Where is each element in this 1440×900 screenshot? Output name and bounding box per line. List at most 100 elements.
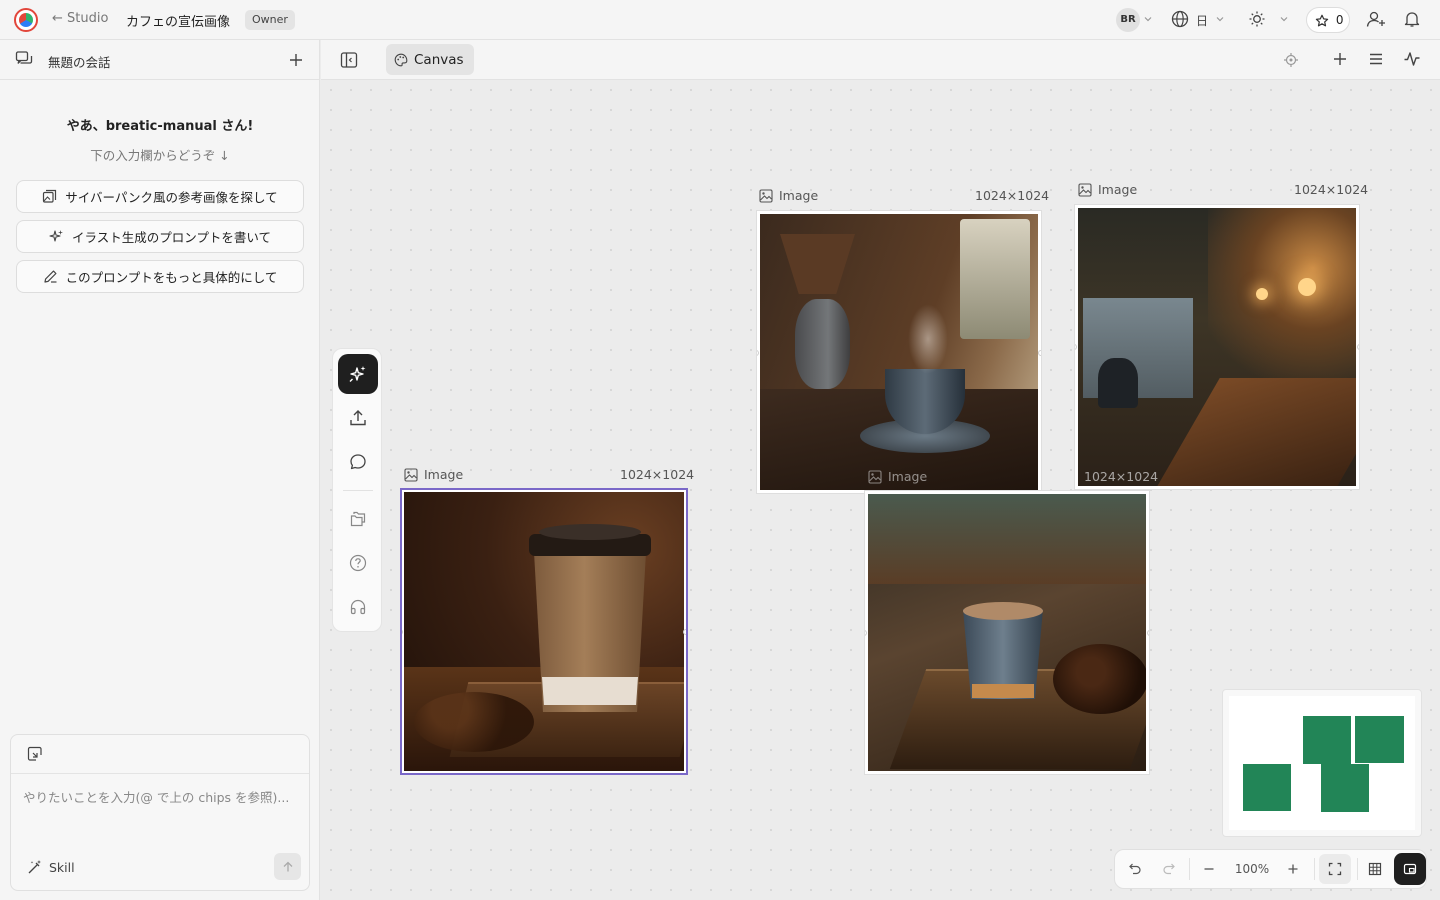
minimap-node — [1243, 764, 1291, 811]
star-button[interactable]: 0 — [1306, 7, 1350, 33]
assets-button[interactable] — [338, 499, 378, 539]
add-node-button[interactable] — [1332, 51, 1348, 67]
chat-sidebar: 無題の会話 やあ、breatic-manual さん! 下の入力欄からどうぞ ↓… — [0, 40, 320, 900]
minimap-icon — [1403, 862, 1417, 876]
image-node-label: Image — [868, 469, 927, 484]
conversations-icon[interactable] — [15, 50, 33, 68]
redo-button[interactable] — [1155, 850, 1183, 888]
support-button[interactable] — [338, 587, 378, 627]
top-bar: ← Studio カフェの宣伝画像 Owner BR 日 0 — [0, 0, 1440, 40]
star-icon — [1315, 14, 1329, 28]
chevron-down-icon[interactable] — [1215, 14, 1225, 24]
toggle-sidebar-icon[interactable] — [340, 51, 358, 69]
magic-wand-icon — [27, 859, 43, 875]
language-selector[interactable]: 日 — [1196, 12, 1208, 29]
paper-cup-photo[interactable] — [404, 492, 684, 771]
app-logo[interactable] — [14, 8, 38, 32]
globe-icon[interactable] — [1171, 10, 1189, 28]
skill-button[interactable]: Skill — [27, 859, 75, 875]
minimap[interactable] — [1222, 689, 1422, 837]
bell-icon[interactable] — [1403, 10, 1421, 28]
conversation-title[interactable]: 無題の会話 — [48, 52, 111, 71]
project-title[interactable]: カフェの宣伝画像 — [126, 11, 230, 30]
chat-bubble-icon — [349, 453, 367, 471]
sparkle-icon — [348, 364, 368, 384]
image-icon — [868, 469, 882, 484]
greeting-subtext: 下の入力欄からどうぞ ↓ — [90, 148, 230, 163]
minimap-node — [1321, 764, 1369, 812]
send-button[interactable] — [274, 853, 301, 880]
image-node[interactable] — [756, 210, 1042, 494]
image-node[interactable] — [1074, 204, 1360, 490]
chevron-down-icon[interactable] — [1279, 14, 1289, 24]
composer-attachment-bar — [11, 735, 309, 774]
grid-icon — [1368, 862, 1382, 876]
tab-canvas-label: Canvas — [414, 51, 464, 68]
star-count: 0 — [1335, 13, 1344, 27]
chevron-down-icon[interactable] — [1143, 14, 1153, 24]
menu-icon[interactable] — [1368, 51, 1384, 67]
image-size-label: 1024×1024 — [1084, 469, 1159, 484]
minimap-viewport — [1229, 696, 1415, 830]
image-type-label: Image — [888, 469, 928, 484]
undo-button[interactable] — [1121, 850, 1149, 888]
upload-icon — [349, 409, 367, 427]
sun-icon[interactable] — [1248, 10, 1266, 28]
canvas-toolbar: Canvas — [321, 40, 1440, 80]
suggestion-chip[interactable]: サイバーパンク風の参考画像を探して — [16, 180, 304, 213]
help-icon — [349, 554, 367, 572]
user-avatar[interactable]: BR — [1116, 8, 1140, 32]
activity-icon[interactable] — [1403, 50, 1421, 68]
ai-generate-button[interactable] — [338, 354, 378, 394]
image-icon — [1078, 182, 1092, 197]
suggestion-chip-label: サイバーパンク風の参考画像を探して — [65, 190, 278, 205]
back-to-studio-link[interactable]: ← Studio — [52, 11, 108, 26]
palette-icon — [394, 53, 408, 67]
tab-canvas[interactable]: Canvas — [386, 44, 474, 75]
image-node[interactable] — [864, 490, 1150, 775]
message-input[interactable]: やりたいことを入力(@ で上の chips を参照)... — [23, 787, 301, 806]
fit-to-screen-button[interactable] — [1319, 854, 1351, 884]
steaming-cup-photo[interactable] — [760, 214, 1038, 490]
image-size-label: 1024×1024 — [1294, 182, 1369, 197]
sidebar-header: 無題の会話 — [0, 40, 320, 80]
add-user-icon[interactable] — [1366, 10, 1386, 28]
chat-composer: やりたいことを入力(@ で上の chips を参照)... Skill — [10, 734, 310, 891]
image-node-label: Image — [404, 467, 463, 482]
minimap-node — [1303, 716, 1351, 764]
suggestion-chip[interactable]: イラスト生成のプロンプトを書いて — [16, 220, 304, 253]
blue-cup-photo[interactable] — [868, 494, 1146, 771]
cafe-interior-photo[interactable] — [1078, 208, 1356, 486]
locate-icon[interactable] — [1283, 52, 1299, 68]
image-node-label: Image — [759, 188, 818, 203]
image-node-label: Image — [1078, 182, 1137, 197]
grid-toggle-button[interactable] — [1361, 850, 1389, 888]
image-size-label: 1024×1024 — [620, 467, 695, 482]
zoom-out-button[interactable] — [1195, 850, 1223, 888]
toolbar-divider — [343, 490, 373, 491]
zoom-level[interactable]: 100% — [1227, 850, 1277, 888]
folder-copy-icon — [349, 510, 367, 528]
pencil-icon — [43, 269, 58, 284]
image-icon — [759, 188, 773, 203]
image-type-label: Image — [1098, 182, 1138, 197]
greeting-text: やあ、breatic-manual さん! — [66, 119, 254, 134]
suggestion-chip-label: このプロンプトをもっと具体的にして — [65, 270, 278, 285]
image-icon — [404, 467, 418, 482]
zoom-toolbar: 100% — [1114, 849, 1427, 889]
comment-button[interactable] — [338, 442, 378, 482]
suggestion-chip[interactable]: このプロンプトをもっと具体的にして — [16, 260, 304, 293]
sparkle-icon — [49, 229, 64, 244]
image-size-label: 1024×1024 — [975, 188, 1050, 203]
image-node-selected[interactable] — [400, 488, 688, 775]
new-chat-button[interactable] — [288, 52, 304, 68]
redo-icon — [1162, 862, 1176, 876]
upload-button[interactable] — [338, 398, 378, 438]
add-context-icon[interactable] — [27, 746, 43, 762]
help-button[interactable] — [338, 543, 378, 583]
minimap-toggle-button[interactable] — [1394, 853, 1426, 885]
toolbar-divider — [1357, 858, 1358, 880]
zoom-in-button[interactable] — [1279, 850, 1307, 888]
undo-icon — [1128, 862, 1142, 876]
minimap-node — [1355, 716, 1404, 763]
